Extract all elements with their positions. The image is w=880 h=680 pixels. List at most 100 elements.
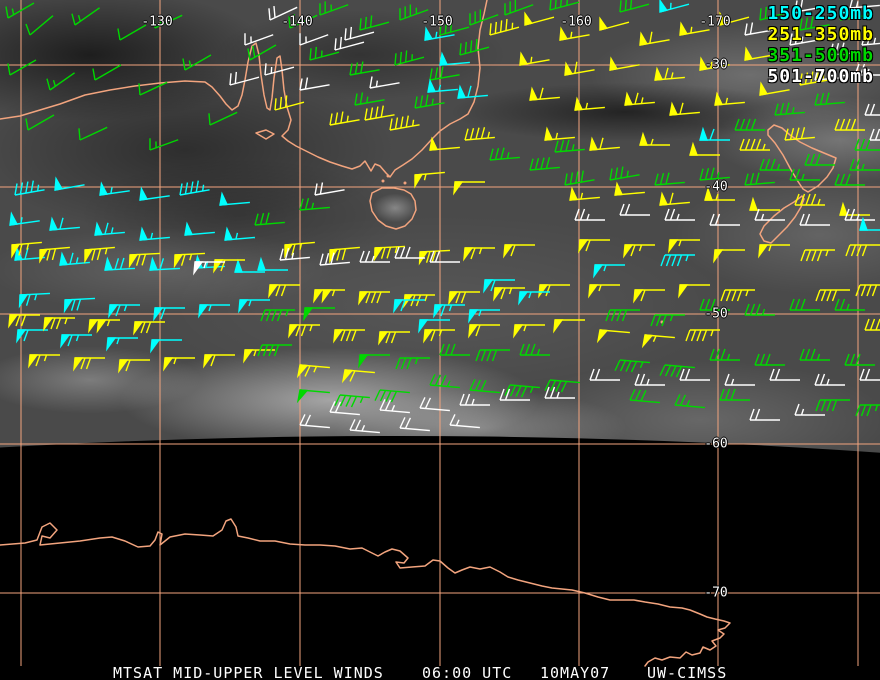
wind-barb — [614, 359, 650, 373]
wind-barb — [814, 92, 845, 106]
wind-barb — [39, 246, 70, 264]
wind-barb — [619, 203, 650, 216]
wind-barb — [349, 61, 380, 76]
wind-barb — [641, 334, 675, 349]
wind-barb — [182, 54, 212, 71]
wind-barb — [349, 419, 380, 434]
wind-barb — [288, 324, 320, 339]
status-text: MTSAT MID-UPPER LEVEL WINDS — [113, 664, 384, 680]
wind-barb — [313, 289, 345, 304]
wind-barb — [669, 101, 700, 116]
wind-barb — [25, 15, 54, 36]
legend-item-501-700mb: 501-700mb — [767, 66, 874, 87]
wind-barb — [149, 138, 179, 151]
wind-barb — [379, 399, 410, 414]
wind-barb — [358, 354, 390, 369]
coastline-kangaroo-island — [255, 129, 275, 140]
wind-barb — [799, 213, 830, 226]
wind-barb — [329, 111, 360, 126]
wind-barb — [208, 111, 238, 126]
wind-barb — [78, 126, 108, 141]
wind-barb — [569, 186, 600, 201]
wind-barb — [448, 291, 480, 306]
wind-barb — [468, 324, 500, 339]
wind-barb — [593, 264, 625, 279]
longitude-label: -130 — [141, 14, 173, 30]
wind-barb — [358, 291, 390, 306]
wind-barb — [16, 329, 48, 344]
wind-barb — [73, 357, 105, 372]
wind-barb — [429, 136, 460, 151]
wind-barb — [629, 389, 660, 404]
wind-barb — [713, 249, 745, 264]
wind-barb — [54, 176, 85, 191]
status-bar: MTSAT MID-UPPER LEVEL WINDS 06:00 UTC 10MA… — [0, 662, 880, 680]
wind-barb — [518, 291, 550, 306]
wind-barb — [678, 284, 710, 299]
wind-barb — [203, 354, 235, 369]
wind-barb — [354, 92, 385, 106]
wind-barb — [774, 102, 805, 116]
wind-barb — [504, 384, 540, 398]
wind-barb — [139, 226, 170, 241]
wind-barb — [794, 193, 825, 206]
wind-barb — [849, 158, 880, 171]
wind-barb — [28, 354, 60, 369]
wind-barb — [219, 191, 250, 206]
wind-barb — [794, 403, 825, 416]
wind-barb — [299, 414, 330, 429]
wind-barb — [549, 0, 580, 11]
wind-barb — [623, 244, 655, 259]
wind-barb — [489, 147, 520, 161]
wind-barb — [503, 244, 535, 259]
wind-barb — [334, 36, 365, 51]
wind-barb — [855, 284, 880, 297]
wind-barb — [88, 319, 120, 334]
wind-barb — [8, 314, 40, 329]
legend-item-351-500mb: 351-500mb — [767, 45, 874, 66]
wind-barb — [414, 171, 445, 189]
wind-barb — [529, 157, 560, 171]
wind-barb — [296, 364, 330, 379]
wind-barb — [499, 388, 530, 401]
wind-barb — [9, 211, 40, 226]
pressure-level-legend: 150-250mb 251-350mb 351-500mb 501-700mb — [767, 3, 874, 87]
wind-barb — [489, 19, 520, 36]
wind-barb — [459, 39, 490, 56]
wind-barb — [659, 364, 695, 378]
wind-barb — [859, 368, 880, 381]
wind-barb — [685, 329, 720, 342]
wind-barb — [633, 289, 665, 304]
wind-barb — [714, 91, 745, 106]
wind-barb — [699, 126, 730, 141]
wind-barb — [329, 401, 360, 416]
wind-barb — [395, 357, 430, 370]
wind-barb — [589, 136, 620, 151]
legend-item-251-350mb: 251-350mb — [767, 24, 874, 45]
wind-barb — [464, 127, 495, 141]
wind-barb — [834, 298, 865, 311]
wind-barb — [229, 71, 260, 86]
islet — [403, 181, 407, 185]
latitude-label: -70 — [704, 585, 728, 601]
wind-barb — [25, 114, 55, 131]
wind-barb — [49, 216, 80, 231]
wind-barb — [244, 33, 274, 46]
wind-barb — [459, 393, 490, 406]
wind-barb — [578, 239, 610, 254]
wind-barb — [150, 339, 182, 354]
wind-barb — [679, 368, 710, 381]
wind-barb — [519, 51, 550, 66]
longitude-label: -170 — [699, 14, 731, 30]
wind-barb — [724, 373, 755, 386]
wind-barb — [659, 0, 690, 13]
wind-barb — [529, 86, 560, 101]
wind-barb — [650, 314, 685, 327]
wind-barb — [296, 389, 330, 404]
wind-barb — [834, 173, 865, 186]
wind-barb — [654, 172, 685, 186]
wind-barb — [7, 59, 37, 76]
wind-barb — [834, 118, 865, 131]
status-text: UW-CIMSS — [647, 664, 728, 680]
wind-barb — [429, 66, 460, 81]
